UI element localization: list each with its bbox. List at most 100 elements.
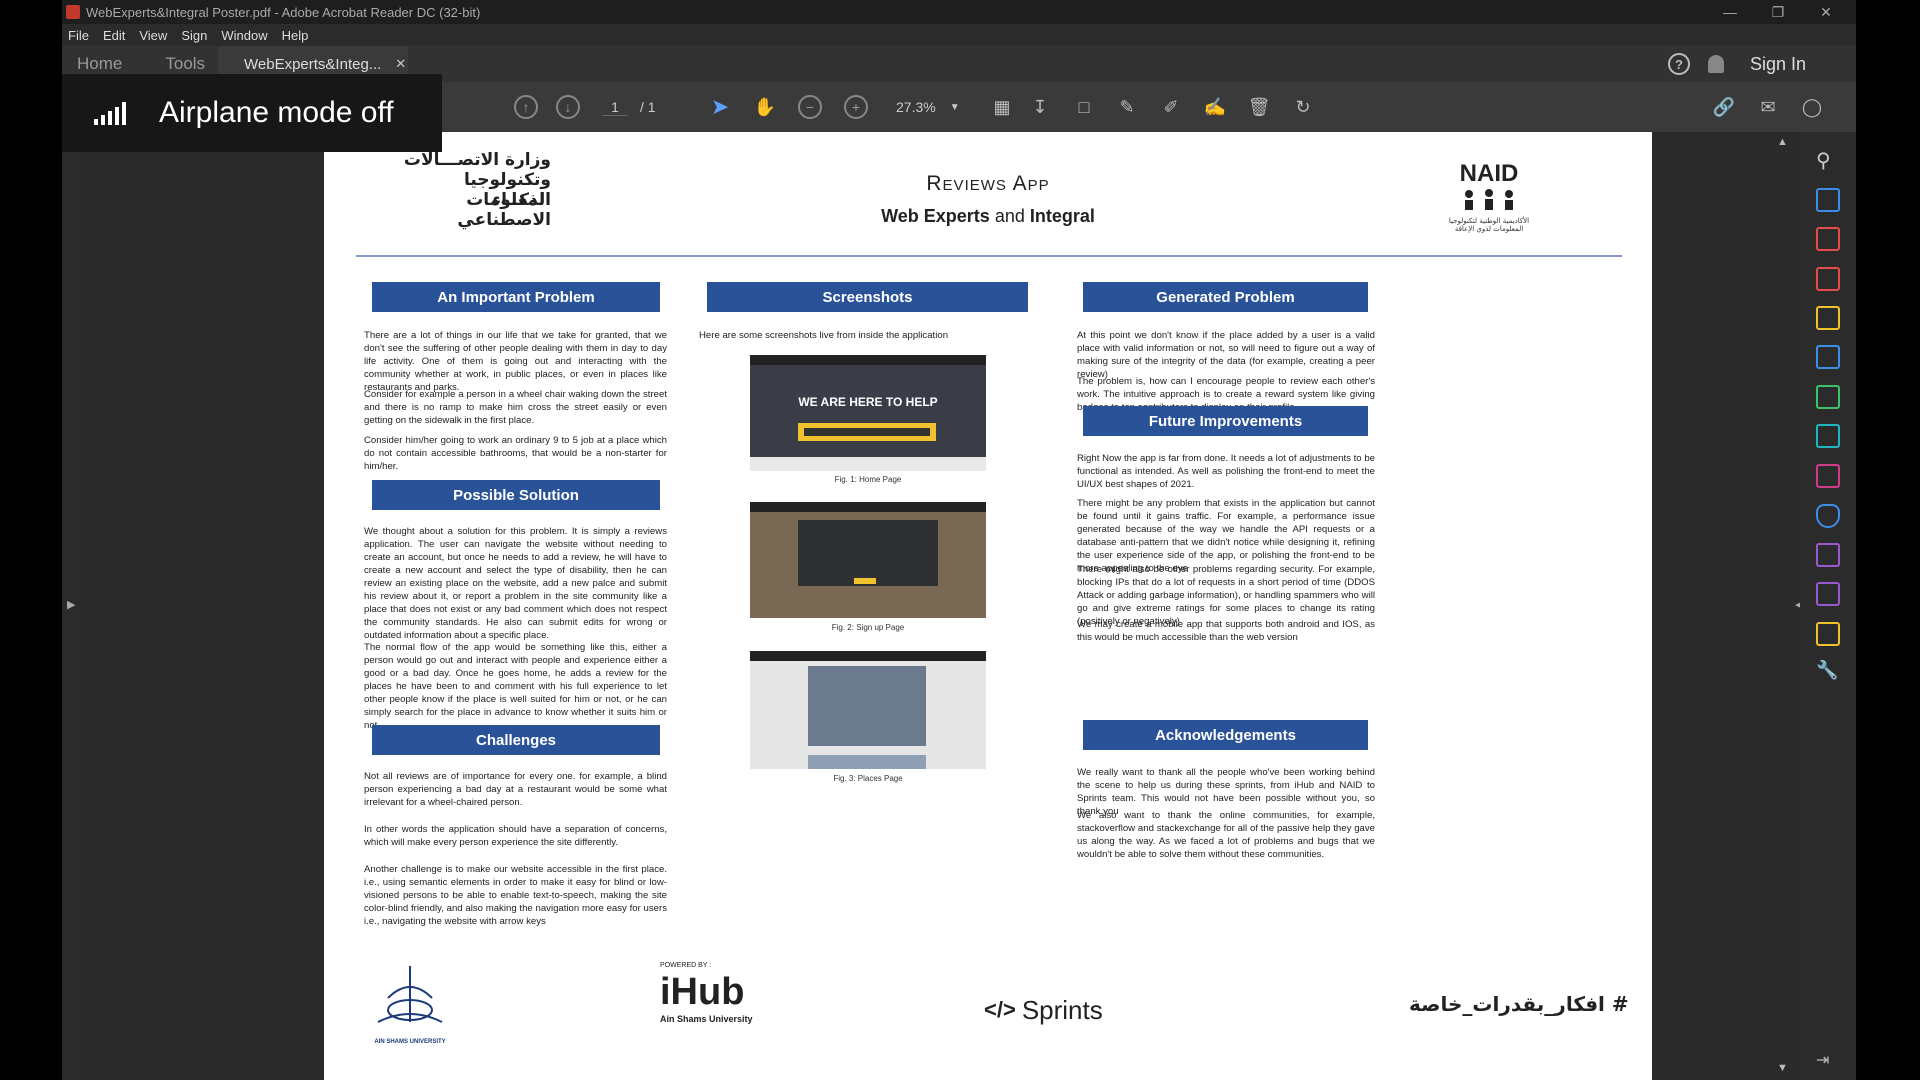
sprints-logo-text: Sprints [1021, 994, 1103, 1025]
zoom-in-icon[interactable]: + [844, 95, 868, 119]
create-pdf-icon[interactable] [1816, 188, 1840, 212]
menu-view[interactable]: View [139, 28, 167, 43]
place-card-image [808, 666, 926, 746]
highlight-pen-icon[interactable]: ✎ [1115, 95, 1139, 119]
solution-paragraph-1: We thought about a solution for this pro… [364, 526, 667, 641]
ain-shams-logo: AIN SHAMS UNIVERSITY [358, 962, 462, 1046]
home-page-screenshot: WE ARE HERE TO HELP [750, 355, 986, 471]
header-divider [356, 255, 1622, 257]
toast-text: Airplane mode off [159, 96, 394, 129]
zoom-selector[interactable]: 27.3% ▼ [896, 95, 976, 119]
challenges-paragraph-1: Not all reviews are of importance for ev… [364, 771, 667, 808]
select-tool-icon[interactable]: ➤ [708, 94, 732, 119]
hand-tool-icon[interactable]: ✋ [753, 95, 777, 119]
heading-possible-solution: Possible Solution [372, 480, 660, 510]
send-for-review-icon[interactable] [1816, 424, 1840, 448]
comment-tool-icon[interactable] [1816, 306, 1840, 330]
tools-right-panel: ⚲ 🔧 ⇥ [1800, 132, 1856, 1080]
sprints-mark-icon: </> [984, 997, 1016, 1022]
heading-screenshots: Screenshots [707, 282, 1028, 312]
ihub-logo: iHub Ain Shams University [660, 970, 775, 1042]
organize-pages-icon[interactable] [1816, 227, 1840, 251]
screenshot-navbar [750, 355, 986, 365]
menu-help[interactable]: Help [282, 28, 309, 43]
window-title: WebExperts&Integral Poster.pdf - Adobe A… [86, 4, 481, 20]
hero-image [750, 365, 986, 457]
sprints-logo: </> Sprints [984, 992, 1103, 1028]
share-link-icon[interactable]: 🔗 [1712, 95, 1736, 119]
heading-future-improvements: Future Improvements [1083, 406, 1368, 436]
page-display-icon[interactable]: ▦ [990, 95, 1014, 119]
airplane-mode-toast: Airplane mode off [62, 74, 442, 152]
fill-sign-icon[interactable]: ✍ [1203, 95, 1227, 119]
request-signature-icon[interactable] [1816, 582, 1840, 606]
previous-page-icon[interactable]: ↑ [514, 95, 538, 119]
scroll-up-icon[interactable]: ▲ [1777, 136, 1788, 148]
page-number-input[interactable]: 1 [602, 99, 628, 116]
naid-logo-text: NAID [1459, 160, 1519, 187]
solution-paragraph-2: The normal flow of the app would be some… [364, 642, 667, 731]
collapse-panel-icon[interactable]: ⇥ [1816, 1050, 1840, 1074]
draw-icon[interactable]: ✐ [1159, 95, 1183, 119]
fig2-caption: Fig. 2: Sign up Page [831, 623, 905, 632]
challenges-paragraph-2: In other words the application should ha… [364, 824, 667, 848]
ain-shams-logo-text: AIN SHAMS UNIVERSITY [374, 1039, 446, 1045]
customize-tools-icon[interactable]: 🔧 [1816, 660, 1840, 684]
menu-window[interactable]: Window [221, 28, 267, 43]
ack-paragraph-2: We also want to thank the online communi… [1077, 810, 1375, 860]
more-tools-icon[interactable] [1816, 622, 1840, 646]
expand-left-panel-icon[interactable]: ▶ [67, 598, 75, 611]
prepare-form-icon[interactable] [1816, 543, 1840, 567]
maximize-button[interactable]: ❐ [1755, 0, 1801, 24]
hero-headline: WE ARE HERE TO HELP [798, 395, 938, 409]
compress-pdf-icon[interactable] [1816, 385, 1840, 409]
fill-sign-tool-icon[interactable] [1816, 464, 1840, 488]
place-card-image-2 [808, 755, 926, 769]
menu-file[interactable]: File [68, 28, 89, 43]
close-window-button[interactable]: ✕ [1803, 0, 1849, 24]
problem-paragraph-1: There are a lot of things in our life th… [364, 330, 667, 393]
pdf-page: وزارة الاتصـــالات وتكنولوجيا المعلومات … [324, 132, 1652, 1080]
account-icon[interactable]: ◯ [1800, 95, 1824, 119]
naid-logo-subtext: الأكاديمية الوطنية لتكنولوجيا المعلومات … [1448, 217, 1530, 233]
scroll-down-icon[interactable]: ▼ [1777, 1062, 1788, 1074]
left-panel-strip: ▶ [62, 132, 82, 1080]
sign-in-button[interactable]: Sign In [1750, 54, 1806, 75]
challenges-paragraph-3: Another challenge is to make our website… [364, 864, 667, 927]
arabic-hashtag: # افكار_بقدرات_خاصة [1409, 992, 1629, 1016]
problem-paragraph-2: Consider for example a person in a wheel… [364, 389, 667, 426]
zoom-out-icon[interactable]: − [798, 95, 822, 119]
ain-shams-emblem-icon [377, 966, 443, 1023]
tab-home[interactable]: Home [77, 54, 122, 74]
heading-acknowledgements: Acknowledgements [1083, 720, 1368, 750]
signup-form [798, 520, 938, 586]
delete-icon[interactable]: 🗑 [1247, 95, 1271, 119]
scroll-mode-icon[interactable]: ↧ [1028, 95, 1052, 119]
tab-tools[interactable]: Tools [165, 54, 205, 74]
screenshot-navbar [750, 502, 986, 512]
comment-icon[interactable]: □ [1072, 95, 1096, 119]
problem-paragraph-3: Consider him/her going to work an ordina… [364, 435, 667, 472]
close-tab-icon[interactable]: ✕ [395, 56, 406, 72]
export-pdf-icon[interactable] [1816, 267, 1840, 291]
acrobat-window: WebExperts&Integral Poster.pdf - Adobe A… [62, 0, 1856, 1080]
places-page-screenshot [750, 651, 986, 769]
naid-people-icon [1465, 189, 1513, 210]
next-page-icon[interactable]: ↓ [556, 95, 580, 119]
subtitle-team-b: Integral [1029, 206, 1095, 226]
page-navigator[interactable]: 1 / 1 [602, 95, 682, 119]
email-icon[interactable]: ✉ [1756, 95, 1780, 119]
combine-files-icon[interactable] [1816, 345, 1840, 369]
zoom-search-icon[interactable]: ⚲ [1816, 148, 1840, 172]
minimize-button[interactable]: — [1707, 0, 1753, 24]
fig1-caption: Fig. 1: Home Page [834, 475, 902, 484]
ihub-logo-text: iHub [660, 971, 745, 1013]
heading-important-problem: An Important Problem [372, 282, 660, 312]
protect-icon[interactable] [1816, 504, 1840, 528]
menu-edit[interactable]: Edit [103, 28, 125, 43]
menu-sign[interactable]: Sign [181, 28, 207, 43]
rotate-icon[interactable]: ↻ [1291, 95, 1315, 119]
page-total: / 1 [640, 99, 656, 115]
help-icon[interactable]: ? [1667, 53, 1690, 75]
notifications-bell-icon[interactable] [1707, 55, 1724, 73]
